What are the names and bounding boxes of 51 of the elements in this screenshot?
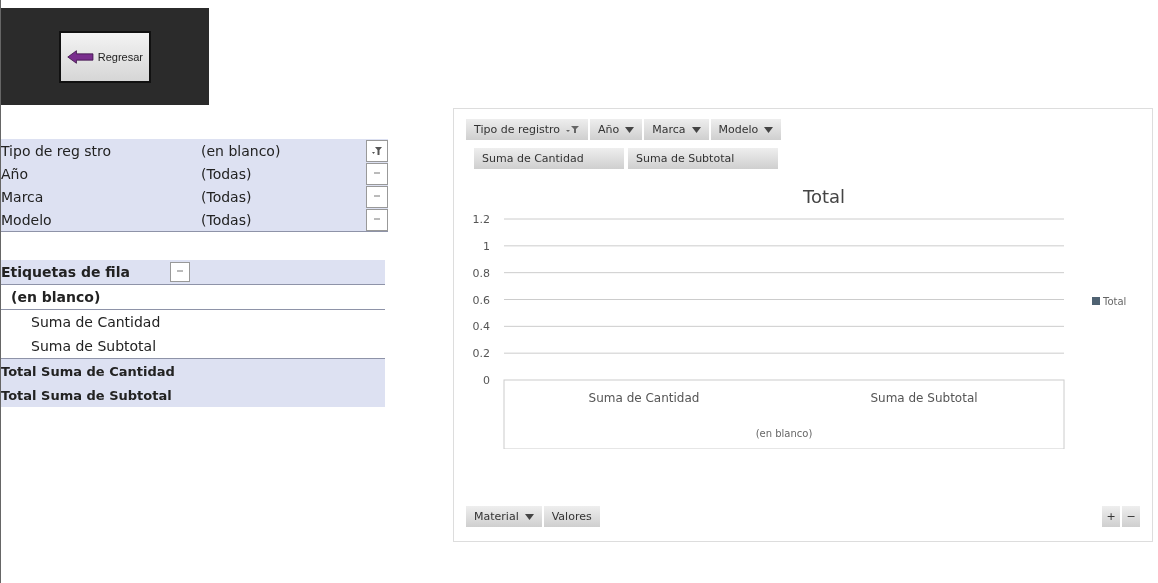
- filter-icon[interactable]: [366, 139, 388, 162]
- back-button[interactable]: Regresar: [59, 30, 151, 83]
- left-arrow-icon: [67, 47, 94, 66]
- total-row-label: Total Suma de Cantidad: [1, 363, 175, 379]
- total-row-label: Total Suma de Subtotal: [1, 387, 172, 403]
- dropdown-button[interactable]: [169, 262, 190, 282]
- caret-icon: [691, 126, 701, 133]
- zoom-button[interactable]: +: [1102, 506, 1120, 527]
- dash-icon: [373, 216, 381, 223]
- y-tick-label: 0.8: [472, 266, 490, 280]
- y-tick-label: 0.4: [472, 320, 490, 334]
- field-button[interactable]: Año: [590, 119, 643, 140]
- value-field-button[interactable]: Suma de Subtotal: [628, 148, 778, 169]
- y-tick-label: 0: [483, 374, 490, 387]
- filter-field-label: Modelo: [1, 211, 53, 228]
- filter-icon: [566, 125, 581, 134]
- caret-icon: [524, 513, 534, 520]
- chart-title: Total: [803, 189, 845, 207]
- legend-label: Total: [1103, 296, 1127, 307]
- field-button[interactable]: Material: [466, 506, 542, 527]
- filter-field-label: Marca: [1, 188, 45, 205]
- field-button[interactable]: Valores: [543, 506, 600, 527]
- field-button[interactable]: Modelo: [710, 119, 782, 140]
- row-label: Suma de Subtotal: [31, 338, 157, 354]
- row-label: Suma de Cantidad: [31, 314, 161, 330]
- caret-icon: [625, 126, 635, 133]
- category-label: Suma de Subtotal: [870, 391, 978, 405]
- field-button[interactable]: Tipo de registro: [466, 119, 589, 140]
- dash-icon: [373, 193, 381, 200]
- row-group-label: (en blanco): [11, 289, 101, 305]
- dash-icon: [373, 170, 381, 177]
- filter-value: (en blanco): [201, 142, 282, 159]
- y-tick-label: 0.2: [472, 347, 490, 361]
- filter-field-label: Tipo de reg stro: [1, 142, 113, 159]
- value-field-button[interactable]: Suma de Cantidad: [474, 148, 624, 169]
- y-tick-label: 1.2: [472, 213, 490, 226]
- dash-icon: [175, 269, 184, 275]
- field-button[interactable]: Marca: [644, 119, 709, 140]
- caret-icon: [764, 126, 774, 133]
- y-tick-label: 1: [483, 239, 490, 253]
- filter-field-label: Año: [1, 165, 29, 182]
- category-label: Suma de Cantidad: [588, 391, 700, 405]
- dropdown-button[interactable]: [366, 185, 388, 208]
- y-tick-label: 0.6: [472, 293, 490, 307]
- row-labels-header: Etiquetas de fila: [1, 264, 130, 280]
- filter-value: (Todas): [201, 165, 253, 182]
- filter-value: (Todas): [201, 211, 253, 228]
- zoom-button[interactable]: −: [1122, 506, 1140, 527]
- group-axis-label: (en blanco): [755, 428, 813, 439]
- dropdown-button[interactable]: [366, 208, 388, 231]
- filter-value: (Todas): [201, 188, 253, 205]
